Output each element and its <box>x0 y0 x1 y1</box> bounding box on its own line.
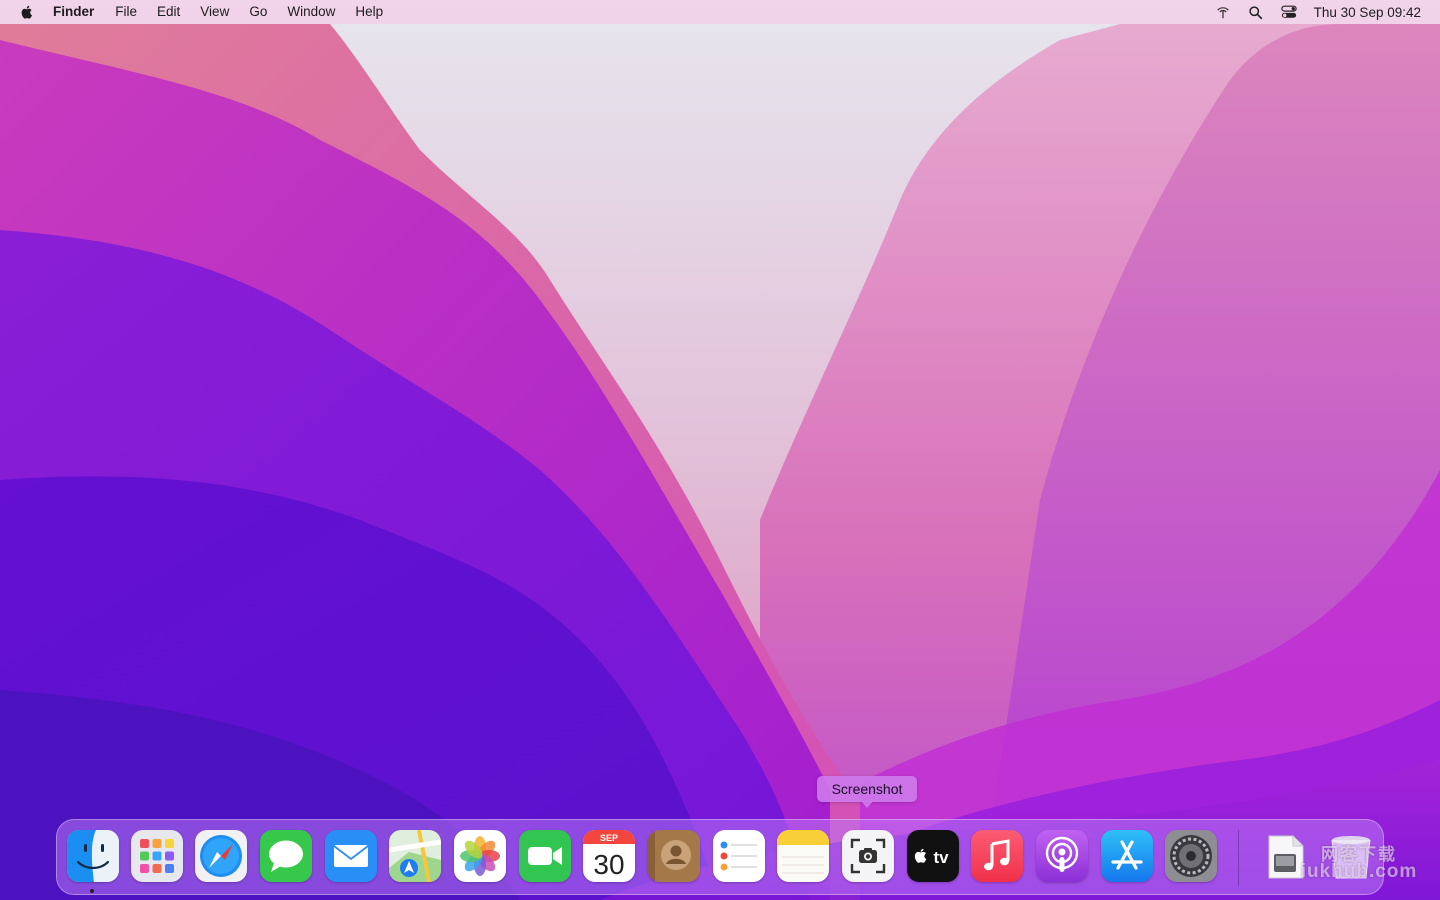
apple-tv-label: tv <box>933 848 949 867</box>
apple-tv-icon[interactable]: tv <box>907 830 959 882</box>
music-icon[interactable] <box>971 830 1023 882</box>
menu-view[interactable]: View <box>190 0 239 24</box>
reminders-icon[interactable] <box>713 830 765 882</box>
spotlight-search-icon[interactable] <box>1247 3 1265 21</box>
airdrop-icon[interactable] <box>1214 3 1232 21</box>
menu-file[interactable]: File <box>105 0 147 24</box>
tooltip-arrow <box>861 801 873 808</box>
menu-window[interactable]: Window <box>277 0 345 24</box>
watermark: 网客下载 iukhub.com <box>1296 846 1422 882</box>
dock-tooltip: Screenshot <box>817 776 917 802</box>
podcasts-icon[interactable] <box>1036 830 1088 882</box>
calendar-month-label: SEP <box>600 833 618 843</box>
maps-icon[interactable] <box>389 830 441 882</box>
app-store-icon[interactable] <box>1101 830 1153 882</box>
mail-icon[interactable] <box>325 830 377 882</box>
launchpad-icon[interactable] <box>131 830 183 882</box>
watermark-line2: iukhub.com <box>1300 861 1418 882</box>
messages-icon[interactable] <box>260 830 312 882</box>
desktop-wallpaper <box>0 0 1440 900</box>
system-preferences-icon[interactable] <box>1165 830 1217 882</box>
menu-help[interactable]: Help <box>345 0 393 24</box>
finder-icon[interactable] <box>67 830 119 882</box>
menu-bar: Finder File Edit View Go Window Help Thu… <box>0 0 1440 24</box>
menu-go[interactable]: Go <box>239 0 277 24</box>
safari-icon[interactable] <box>195 830 247 882</box>
menu-edit[interactable]: Edit <box>147 0 190 24</box>
calendar-day-label: 30 <box>593 849 624 880</box>
dock-separator <box>1238 830 1239 886</box>
menu-clock[interactable]: Thu 30 Sep 09:42 <box>1314 5 1421 20</box>
facetime-icon[interactable] <box>519 830 571 882</box>
menu-app-name[interactable]: Finder <box>53 0 104 24</box>
dock: SEP 30 tv <box>56 819 1384 895</box>
photos-icon[interactable] <box>454 830 506 882</box>
screenshot-icon[interactable] <box>842 830 894 882</box>
control-center-icon[interactable] <box>1280 3 1298 21</box>
finder-running-indicator <box>90 889 94 893</box>
notes-icon[interactable] <box>777 830 829 882</box>
contacts-icon[interactable] <box>648 830 700 882</box>
apple-logo-icon[interactable] <box>19 4 35 20</box>
calendar-icon[interactable]: SEP 30 <box>583 830 635 882</box>
